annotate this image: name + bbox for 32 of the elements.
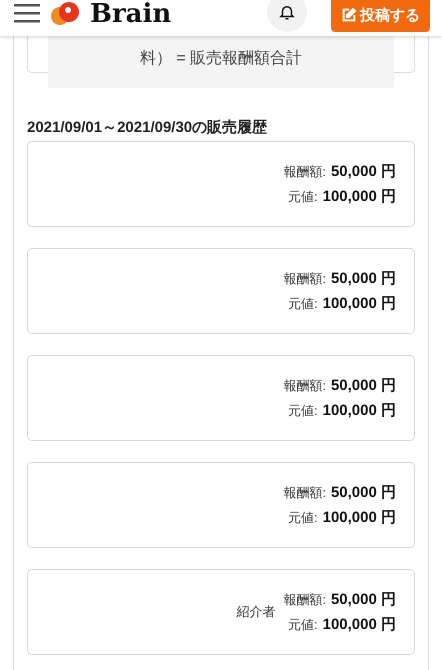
reward-label: 報酬額:: [283, 591, 326, 609]
price-label: 元値:: [288, 295, 318, 313]
sale-card[interactable]: 報酬額: 50,000 円 元値: 100,000 円: [27, 248, 415, 334]
reward-label: 報酬額:: [283, 270, 326, 288]
price-label: 元値:: [288, 402, 318, 420]
price-label: 元値:: [288, 509, 318, 527]
price-label: 元値:: [288, 616, 318, 634]
history-title: 2021/09/01～2021/09/30の販売履歴: [27, 118, 268, 137]
formula-text: 料） = 販売報酬額合計: [140, 48, 302, 69]
price-value: 100,000 円: [322, 294, 396, 313]
sale-card[interactable]: 報酬額: 50,000 円 元値: 100,000 円: [27, 462, 415, 548]
price-label: 元値:: [288, 188, 318, 206]
bell-icon[interactable]: [267, 0, 307, 32]
edit-icon: [341, 7, 357, 23]
referrer-label: 紹介者: [236, 603, 276, 621]
reward-value: 50,000 円: [330, 269, 396, 288]
sale-card[interactable]: 紹介者 報酬額: 50,000 円 元値: 100,000 円: [27, 569, 415, 655]
reward-label: 報酬額:: [283, 377, 326, 395]
reward-value: 50,000 円: [330, 162, 396, 181]
reward-label: 報酬額:: [283, 484, 326, 502]
reward-value: 50,000 円: [330, 483, 396, 502]
price-value: 100,000 円: [322, 187, 396, 206]
brain-logo[interactable]: Brain: [90, 0, 172, 29]
reward-value: 50,000 円: [330, 590, 396, 609]
sale-card[interactable]: 報酬額: 50,000 円 元値: 100,000 円: [27, 141, 415, 227]
price-value: 100,000 円: [322, 615, 396, 634]
price-value: 100,000 円: [322, 508, 396, 527]
reward-label: 報酬額:: [283, 163, 326, 181]
sale-card[interactable]: 報酬額: 50,000 円 元値: 100,000 円: [27, 355, 415, 441]
reward-value: 50,000 円: [330, 376, 396, 395]
menu-icon[interactable]: [14, 3, 40, 23]
price-value: 100,000 円: [322, 401, 396, 420]
